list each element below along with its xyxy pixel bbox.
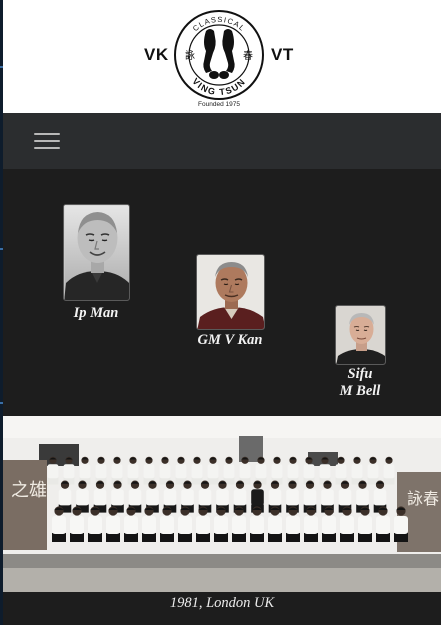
sifu-m-bell-caption: Sifu M Bell bbox=[310, 366, 410, 400]
lineage-section: Ip Man GM V Kan Sifu M Bell bbox=[3, 169, 441, 416]
ip-man-caption: Ip Man bbox=[73, 305, 119, 321]
sifu-m-bell-portrait bbox=[335, 305, 386, 365]
logo-vt-text: VT bbox=[271, 45, 294, 64]
menu-bar bbox=[34, 140, 60, 142]
logo-header: VK CLASSICAL VING TSUN 詠 春 VT Founded 19… bbox=[3, 0, 441, 113]
main-navbar bbox=[3, 113, 441, 169]
seal-char-right: 春 bbox=[243, 50, 253, 62]
m-bell-caption-line: M Bell bbox=[339, 383, 381, 399]
menu-bar bbox=[34, 147, 60, 149]
logo-vk-text: VK bbox=[144, 45, 169, 64]
gm-v-kan-caption: GM V Kan bbox=[197, 332, 263, 348]
classical-ving-tsun-seal-logo[interactable]: CLASSICAL VING TSUN 詠 春 bbox=[173, 9, 265, 101]
sifu-caption-line: Sifu bbox=[347, 366, 373, 382]
menu-bar bbox=[34, 133, 60, 135]
group-photo-image: 之雄 詠春 bbox=[3, 416, 441, 592]
banner-right-text: 詠春 bbox=[407, 489, 439, 508]
seal-char-left: 詠 bbox=[185, 49, 195, 62]
group-photo-1981: 之雄 詠春 bbox=[3, 416, 441, 592]
gm-v-kan-portrait bbox=[196, 254, 265, 330]
hamburger-menu-icon[interactable] bbox=[34, 130, 60, 152]
banner-left-text: 之雄 bbox=[11, 480, 47, 501]
group-photo-caption: 1981, London UK bbox=[3, 592, 441, 625]
ip-man-portrait bbox=[63, 204, 130, 301]
founded-text: Founded 1975 bbox=[198, 101, 240, 108]
